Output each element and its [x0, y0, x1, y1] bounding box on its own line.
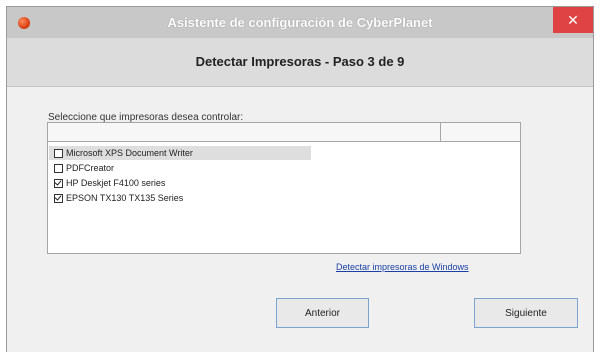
printer-item-xps[interactable]: Microsoft XPS Document Writer [49, 146, 311, 160]
window-title: Asistente de configuración de CyberPlane… [167, 15, 433, 30]
printer-list-header [47, 122, 521, 142]
printer-list[interactable]: Microsoft XPS Document Writer PDFCreator… [47, 142, 521, 254]
printer-label-pdfcreator: PDFCreator [66, 163, 115, 173]
printer-item-epson[interactable]: EPSON TX130 TX135 Series [49, 191, 183, 205]
printer-checkbox-epson[interactable] [54, 193, 63, 203]
title-bar[interactable]: Asistente de configuración de CyberPlane… [7, 7, 593, 38]
printer-label-epson: EPSON TX130 TX135 Series [66, 193, 184, 203]
previous-button[interactable]: Anterior [276, 298, 369, 328]
printer-label-hp-deskjet: HP Deskjet F4100 series [66, 178, 166, 188]
step-title: Detectar Impresoras - Paso 3 de 9 [195, 54, 405, 69]
step-header: Detectar Impresoras - Paso 3 de 9 [7, 38, 593, 87]
printer-item-pdfcreator[interactable]: PDFCreator [49, 161, 114, 175]
detect-windows-printers-link[interactable]: Detectar impresoras de Windows [336, 262, 469, 272]
close-button[interactable]: ✕ [553, 7, 593, 33]
printer-label-xps: Microsoft XPS Document Writer [66, 148, 193, 158]
column-divider[interactable] [440, 123, 441, 141]
printer-item-hp-deskjet[interactable]: HP Deskjet F4100 series [49, 176, 165, 190]
printer-checkbox-xps[interactable] [54, 148, 63, 158]
printer-checkbox-hp-deskjet[interactable] [54, 178, 63, 188]
printer-checkbox-pdfcreator[interactable] [54, 163, 63, 173]
next-button[interactable]: Siguiente [474, 298, 578, 328]
